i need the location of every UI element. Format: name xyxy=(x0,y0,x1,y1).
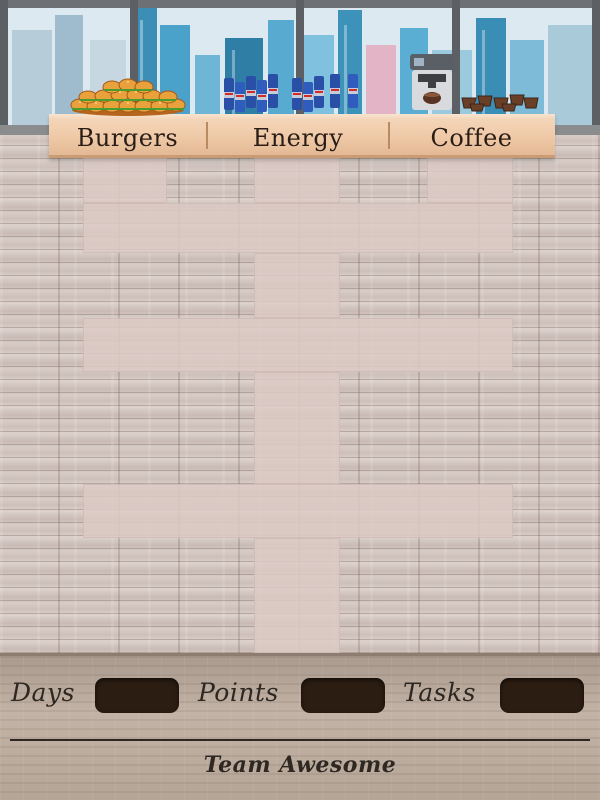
tasks-value xyxy=(500,678,584,713)
food-counter: Burgers Energy Coffee xyxy=(49,114,555,158)
board-tile[interactable] xyxy=(427,158,513,203)
points-value xyxy=(301,678,385,713)
counter-label-energy: Energy xyxy=(252,123,344,152)
board-tile[interactable] xyxy=(83,318,513,372)
tasks-label: Tasks xyxy=(403,678,476,707)
board-tile[interactable] xyxy=(254,372,340,484)
points-label: Points xyxy=(198,678,279,707)
divider-line xyxy=(10,739,590,741)
board-tile[interactable] xyxy=(83,203,513,253)
board-tile[interactable] xyxy=(83,484,513,538)
stats-panel: Days Points Tasks Team Awesome xyxy=(0,653,600,800)
burger-pile-icon[interactable] xyxy=(68,76,188,116)
counter-station-energy[interactable]: Energy xyxy=(208,114,388,155)
counter-label-burgers: Burgers xyxy=(76,123,179,152)
team-name: Team Awesome xyxy=(203,752,397,778)
days-label: Days xyxy=(11,678,75,707)
coffee-cups-icon[interactable] xyxy=(460,90,550,112)
days-value xyxy=(95,678,179,713)
coffee-machine-icon[interactable] xyxy=(408,52,456,112)
counter-label-coffee: Coffee xyxy=(430,123,513,152)
board-tile[interactable] xyxy=(83,158,167,203)
energy-cans-icon[interactable] xyxy=(222,72,367,114)
board-tile[interactable] xyxy=(254,538,340,653)
board-tile[interactable] xyxy=(254,158,340,203)
board-tile[interactable] xyxy=(254,253,340,318)
counter-station-burgers[interactable]: Burgers xyxy=(49,114,206,155)
counter-station-coffee[interactable]: Coffee xyxy=(390,114,553,155)
